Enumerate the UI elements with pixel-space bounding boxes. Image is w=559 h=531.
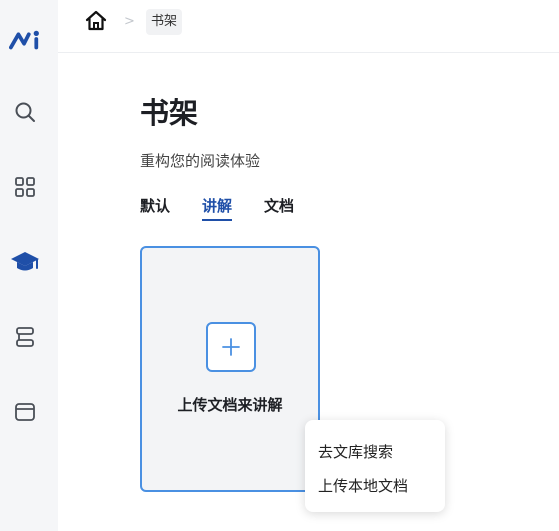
top-bar: > 书架 xyxy=(58,0,559,53)
menu-item-search-library[interactable]: 去文库搜索 xyxy=(318,441,393,462)
grid-icon[interactable] xyxy=(9,171,41,203)
tab-documents[interactable]: 文档 xyxy=(264,195,294,221)
search-icon[interactable] xyxy=(9,96,41,128)
graduation-cap-icon[interactable] xyxy=(9,246,41,278)
layers-icon[interactable] xyxy=(9,321,41,353)
page-title: 书架 xyxy=(140,96,199,130)
upload-card[interactable]: 上传文档来讲解 xyxy=(140,246,320,492)
menu-item-upload-local[interactable]: 上传本地文档 xyxy=(318,475,408,496)
sidebar xyxy=(0,0,58,531)
breadcrumb-current[interactable]: 书架 xyxy=(146,9,183,35)
plus-icon[interactable] xyxy=(206,322,256,372)
tab-bar: 默认 讲解 文档 xyxy=(140,195,326,221)
page-subtitle: 重构您的阅读体验 xyxy=(140,152,261,170)
tab-default[interactable]: 默认 xyxy=(140,195,170,221)
brand-logo-icon[interactable] xyxy=(9,23,41,55)
upload-card-label: 上传文档来讲解 xyxy=(177,396,283,414)
dropdown-menu: 去文库搜索 上传本地文档 xyxy=(305,420,445,512)
tab-explain[interactable]: 讲解 xyxy=(202,195,233,221)
breadcrumb-separator: > xyxy=(124,14,135,29)
window-icon[interactable] xyxy=(9,396,41,428)
home-icon[interactable] xyxy=(85,10,107,32)
